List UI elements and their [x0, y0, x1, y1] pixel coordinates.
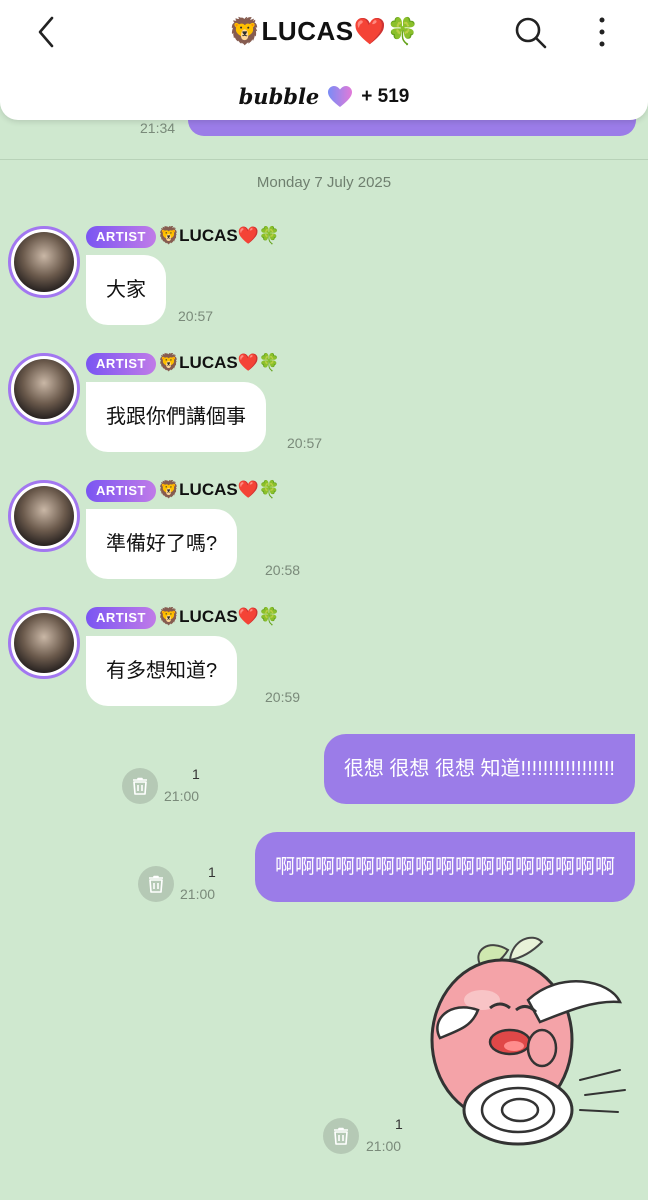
- message-time: 20:58: [265, 562, 301, 578]
- search-button[interactable]: [510, 12, 550, 52]
- trash-icon: [133, 777, 147, 795]
- trash-icon: [334, 1127, 348, 1145]
- artist-badge: ARTIST: [86, 607, 156, 629]
- message-time: 20:57: [287, 435, 323, 451]
- divider: [0, 159, 648, 160]
- message-time: 20:57: [178, 308, 214, 324]
- avatar-image: [14, 613, 74, 673]
- message-bubble[interactable]: 我跟你們講個事: [86, 382, 266, 452]
- message-bubble[interactable]: 有多想知道?: [86, 636, 238, 706]
- chat-header: 🦁LUCAS❤️🍀 bubble + 519: [0, 0, 648, 120]
- message-bubble[interactable]: 大家: [86, 255, 166, 325]
- bubble-count-value: + 519: [361, 85, 410, 107]
- delete-button[interactable]: [138, 866, 174, 902]
- date-separator: Monday 7 July 2025: [256, 174, 392, 191]
- message-bubble[interactable]: 準備好了嗎?: [86, 509, 238, 579]
- bubble-count: bubble + 519: [0, 84, 648, 109]
- avatar-image: [14, 359, 74, 419]
- more-vertical-icon: [599, 17, 605, 47]
- chat-title: 🦁LUCAS❤️🍀: [228, 16, 420, 46]
- delete-button[interactable]: [323, 1118, 359, 1154]
- read-count: 1: [395, 1116, 403, 1132]
- artist-avatar[interactable]: [8, 480, 80, 552]
- avatar-image: [14, 232, 74, 292]
- artist-badge: ARTIST: [86, 480, 156, 502]
- message-bubble[interactable]: 啊啊啊啊啊啊啊啊啊啊啊啊啊啊啊啊啊: [255, 832, 635, 902]
- read-count: 1: [208, 864, 216, 880]
- artist-avatar[interactable]: [8, 607, 80, 679]
- more-options-button[interactable]: [590, 12, 614, 52]
- delete-button[interactable]: [122, 768, 158, 804]
- message-time: 21:00: [366, 1138, 402, 1154]
- message-time: 20:59: [265, 689, 301, 705]
- artist-avatar[interactable]: [8, 353, 80, 425]
- message-bubble[interactable]: 很想 很想 很想 知道!!!!!!!!!!!!!!!!!: [323, 734, 635, 804]
- message-time: 21:00: [180, 886, 216, 902]
- avatar-image: [14, 486, 74, 546]
- artist-badge: ARTIST: [86, 226, 156, 248]
- sender-name: 🦁LUCAS❤️🍀: [158, 607, 281, 626]
- trash-icon: [149, 875, 163, 893]
- message-time: 21:00: [164, 788, 200, 804]
- previous-message-time: 21:34: [140, 120, 176, 136]
- bubble-logo: bubble: [238, 84, 320, 109]
- artist-avatar[interactable]: [8, 226, 80, 298]
- sender-name: 🦁LUCAS❤️🍀: [158, 480, 281, 499]
- sender-name: 🦁LUCAS❤️🍀: [158, 226, 281, 245]
- heart-icon: [328, 85, 353, 107]
- search-icon: [515, 17, 547, 49]
- crying-peach-sticker[interactable]: [420, 930, 635, 1150]
- read-count: 1: [192, 766, 200, 782]
- artist-badge: ARTIST: [86, 353, 156, 375]
- sender-name: 🦁LUCAS❤️🍀: [158, 353, 281, 372]
